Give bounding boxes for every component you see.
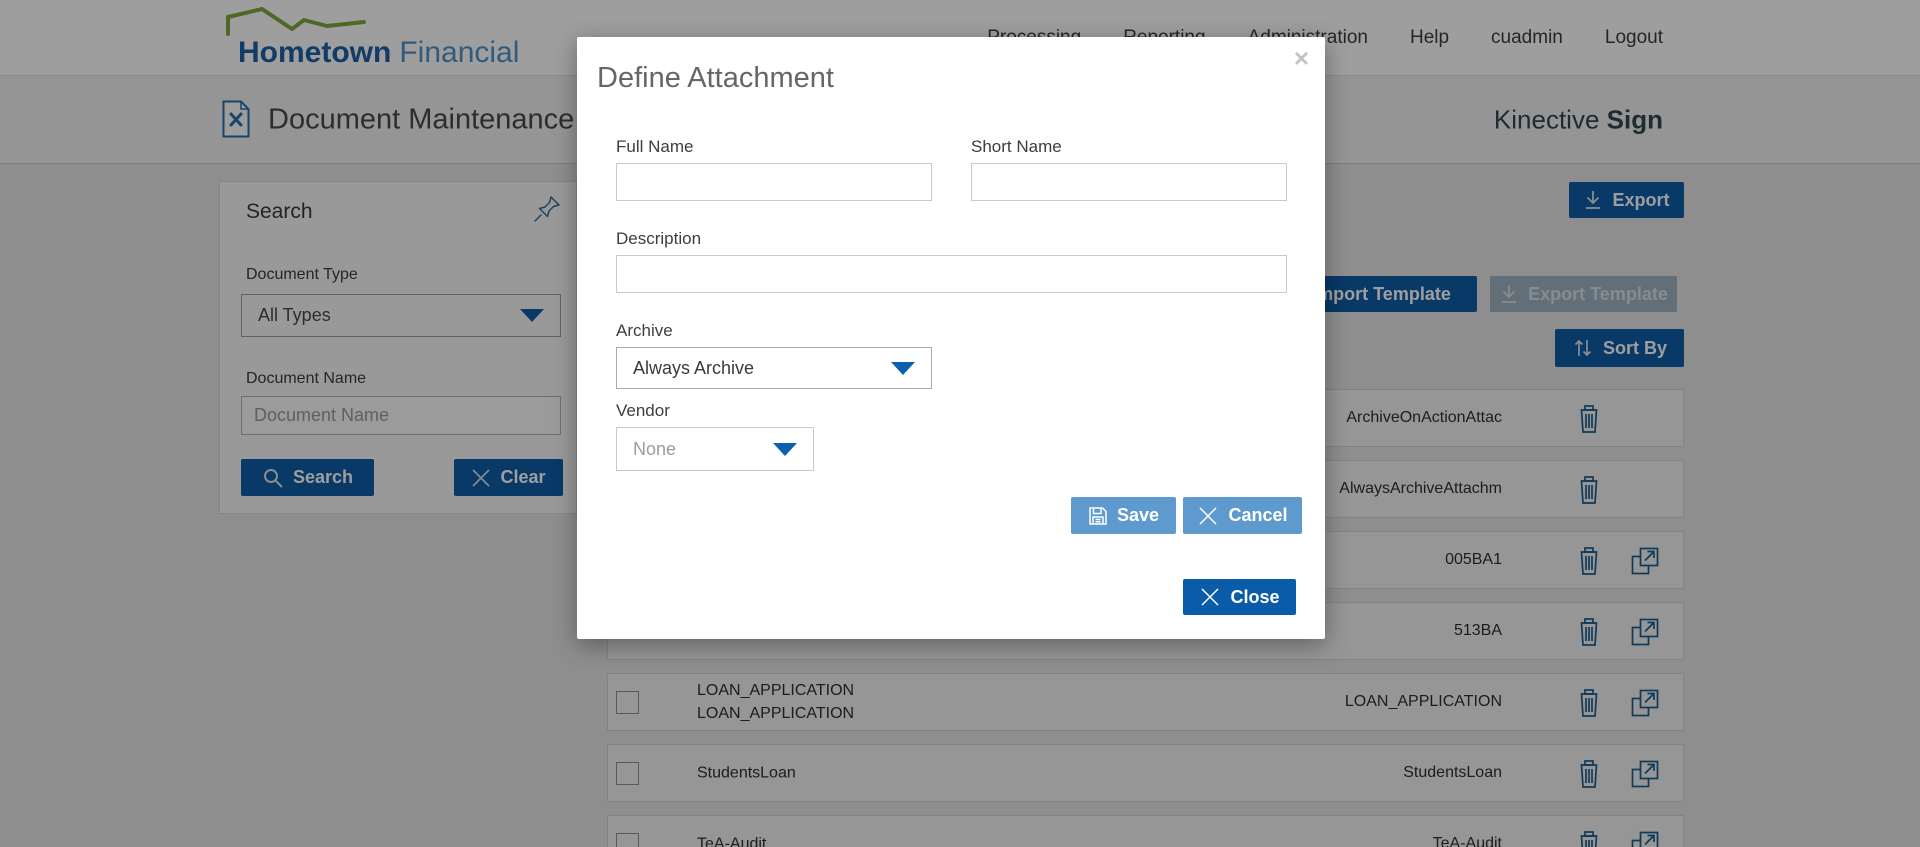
- cancel-x-icon: [1199, 506, 1218, 525]
- description-label: Description: [616, 229, 702, 248]
- chevron-down-icon: [891, 361, 915, 375]
- full-name-label: Full Name: [616, 137, 694, 156]
- chevron-down-icon: [773, 442, 797, 456]
- archive-label: Archive: [616, 321, 673, 340]
- close-button[interactable]: Close: [1183, 579, 1296, 615]
- cancel-button[interactable]: Cancel: [1183, 497, 1302, 534]
- full-name-input[interactable]: [616, 163, 932, 201]
- vendor-value: None: [633, 438, 677, 459]
- archive-value: Always Archive: [633, 357, 755, 378]
- save-button[interactable]: Save: [1071, 497, 1176, 534]
- description-input[interactable]: [616, 255, 1287, 293]
- vendor-select[interactable]: None: [616, 427, 814, 471]
- close-x-icon: [1201, 588, 1220, 606]
- save-button-label: Save: [1116, 505, 1160, 525]
- cancel-button-label: Cancel: [1228, 505, 1288, 525]
- short-name-input[interactable]: [971, 163, 1287, 201]
- close-icon[interactable]: ×: [1294, 45, 1309, 71]
- short-name-label: Short Name: [971, 137, 1062, 156]
- save-icon: [1089, 506, 1107, 525]
- define-attachment-modal: Define Attachment × Full Name Short Name…: [577, 37, 1325, 639]
- vendor-label: Vendor: [616, 401, 670, 420]
- app-root: HometownFinancial ProcessingReportingAdm…: [0, 0, 1920, 847]
- archive-select[interactable]: Always Archive: [616, 347, 932, 389]
- modal-title: Define Attachment: [597, 62, 834, 94]
- close-button-label: Close: [1230, 586, 1280, 607]
